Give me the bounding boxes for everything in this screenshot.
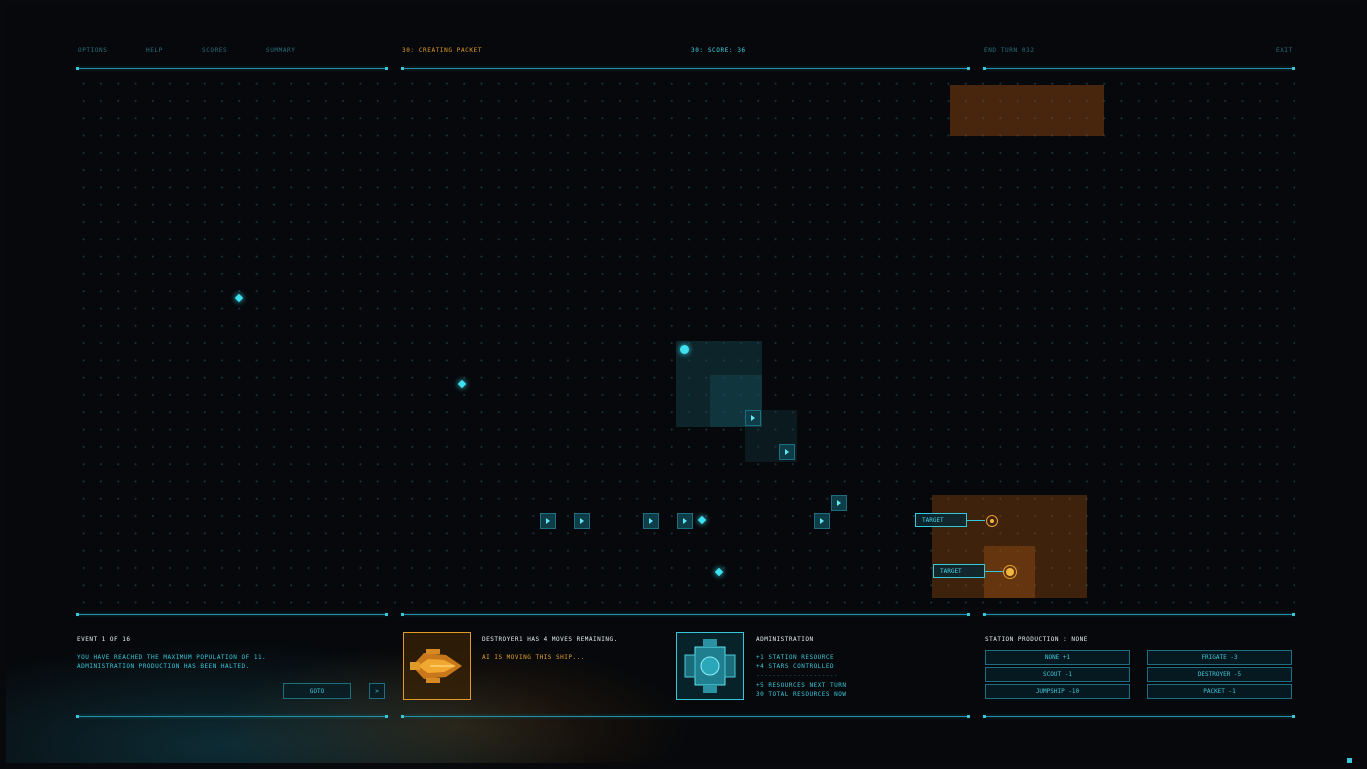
goto-button[interactable]: GOTO: [283, 683, 351, 699]
footer-divider-right: [983, 715, 1295, 718]
ship-marker[interactable]: [779, 444, 795, 460]
home-station-icon[interactable]: [680, 345, 689, 354]
produce-packet-button[interactable]: PACKET -1: [1147, 684, 1292, 699]
move-marker[interactable]: [677, 513, 693, 529]
scores-button[interactable]: SCORES: [202, 47, 227, 54]
event-message-line: ADMINISTRATION PRODUCTION HAS BEEN HALTE…: [77, 663, 250, 670]
produce-frigate-button[interactable]: FRIGATE -3: [1147, 650, 1292, 665]
footer-divider-center: [401, 715, 970, 718]
station-icon: [684, 639, 736, 693]
target-ring-icon[interactable]: [986, 515, 998, 527]
destroyer-portrait[interactable]: [403, 632, 471, 700]
top-divider-right: [983, 67, 1295, 70]
station-resource-line: +1 STATION RESOURCE: [756, 654, 835, 661]
exit-button[interactable]: EXIT: [1276, 47, 1293, 54]
target-connector: [985, 571, 1003, 572]
destroyer-ship-icon: [410, 649, 462, 683]
station-portrait[interactable]: [676, 632, 744, 700]
options-button[interactable]: OPTIONS: [78, 47, 108, 54]
station-total-line: 30 TOTAL RESOURCES NOW: [756, 691, 847, 698]
status-text: 30: CREATING PACKET: [402, 47, 483, 54]
corner-indicator-icon: [1347, 758, 1352, 763]
move-marker[interactable]: [643, 513, 659, 529]
footer-divider-left: [76, 715, 388, 718]
move-marker[interactable]: [540, 513, 556, 529]
ship-marker[interactable]: [831, 495, 847, 511]
production-title: STATION PRODUCTION : NONE: [985, 636, 1088, 643]
produce-none-button[interactable]: NONE +1: [985, 650, 1130, 665]
bottom-divider-right: [983, 613, 1295, 616]
move-marker[interactable]: [574, 513, 590, 529]
target-ring-icon[interactable]: [1003, 565, 1017, 579]
score-text: 30: SCORE: 36: [691, 47, 746, 54]
station-title: ADMINISTRATION: [756, 636, 814, 643]
summary-button[interactable]: SUMMARY: [266, 47, 296, 54]
bottom-divider-left: [76, 613, 388, 616]
top-divider-left: [76, 67, 388, 70]
target-label[interactable]: TARGET: [915, 513, 967, 527]
event-title: EVENT 1 OF 16: [77, 636, 131, 643]
enemy-territory-zone: [950, 85, 1104, 136]
bottom-divider-center: [401, 613, 970, 616]
target-connector: [967, 520, 985, 521]
unit-moves-text: DESTROYER1 HAS 4 MOVES REMAINING.: [482, 636, 618, 643]
event-message-line: YOU HAVE REACHED THE MAXIMUM POPULATION …: [77, 654, 267, 661]
station-divider: --------------------: [756, 672, 839, 679]
next-event-button[interactable]: >: [369, 683, 385, 699]
target-label[interactable]: TARGET: [933, 564, 985, 578]
produce-jumpship-button[interactable]: JUMPSHIP -10: [985, 684, 1130, 699]
station-stars-line: +4 STARS CONTROLLED: [756, 663, 835, 670]
help-button[interactable]: HELP: [146, 47, 163, 54]
top-divider-center: [401, 67, 970, 70]
station-next-turn-line: +5 RESOURCES NEXT TURN: [756, 682, 847, 689]
produce-destroyer-button[interactable]: DESTROYER -5: [1147, 667, 1292, 682]
produce-scout-button[interactable]: SCOUT -1: [985, 667, 1130, 682]
ship-marker[interactable]: [745, 410, 761, 426]
move-marker[interactable]: [814, 513, 830, 529]
unit-ai-text: AI IS MOVING THIS SHIP...: [482, 654, 585, 661]
end-turn-button[interactable]: END TURN 032: [984, 47, 1035, 54]
